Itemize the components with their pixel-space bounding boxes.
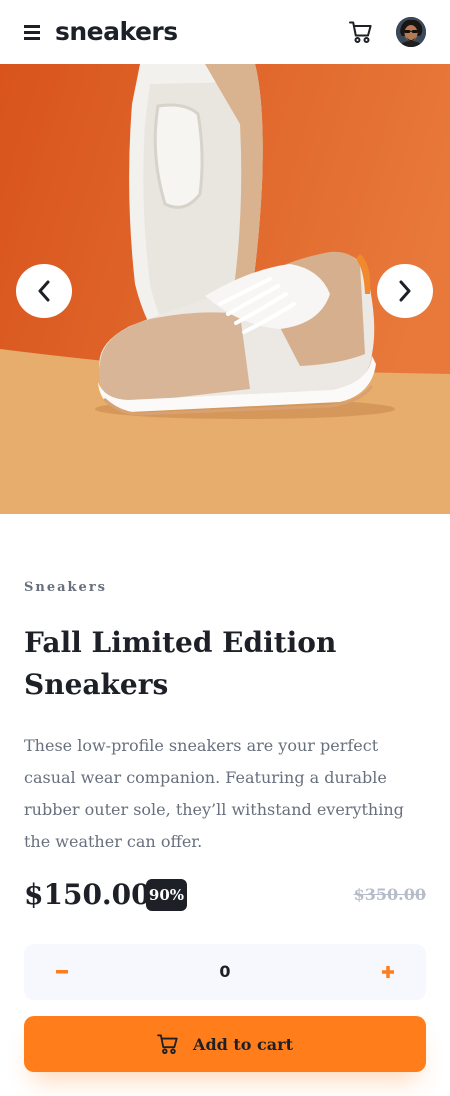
plus-icon	[382, 966, 394, 978]
product-category: Sneakers	[24, 580, 107, 595]
cart-icon	[157, 1034, 178, 1054]
cart-icon[interactable]	[349, 21, 373, 43]
add-to-cart-label: Add to cart	[193, 1034, 293, 1054]
hamburger-menu-icon[interactable]	[24, 25, 40, 40]
increase-quantity-button[interactable]	[360, 944, 416, 1000]
product-image-gallery	[0, 64, 450, 514]
decrease-quantity-button[interactable]	[34, 944, 90, 1000]
quantity-stepper: 0	[24, 944, 426, 1000]
add-to-cart-button[interactable]: Add to cart	[24, 1016, 426, 1072]
user-avatar[interactable]	[396, 17, 426, 47]
chevron-right-icon	[399, 280, 411, 302]
product-description: These low-profile sneakers are your perf…	[24, 736, 404, 851]
next-image-button[interactable]	[377, 264, 433, 318]
logo[interactable]: sneakers	[55, 14, 178, 50]
discount-badge: 90%	[146, 879, 187, 911]
previous-image-button[interactable]	[16, 264, 72, 318]
header: sneakers	[0, 0, 450, 64]
original-price: $350.00	[353, 885, 426, 904]
product-title: Fall Limited Edition Sneakers	[24, 626, 337, 701]
chevron-left-icon	[38, 280, 50, 302]
minus-icon	[56, 970, 68, 974]
current-price: $150.00	[24, 878, 151, 911]
